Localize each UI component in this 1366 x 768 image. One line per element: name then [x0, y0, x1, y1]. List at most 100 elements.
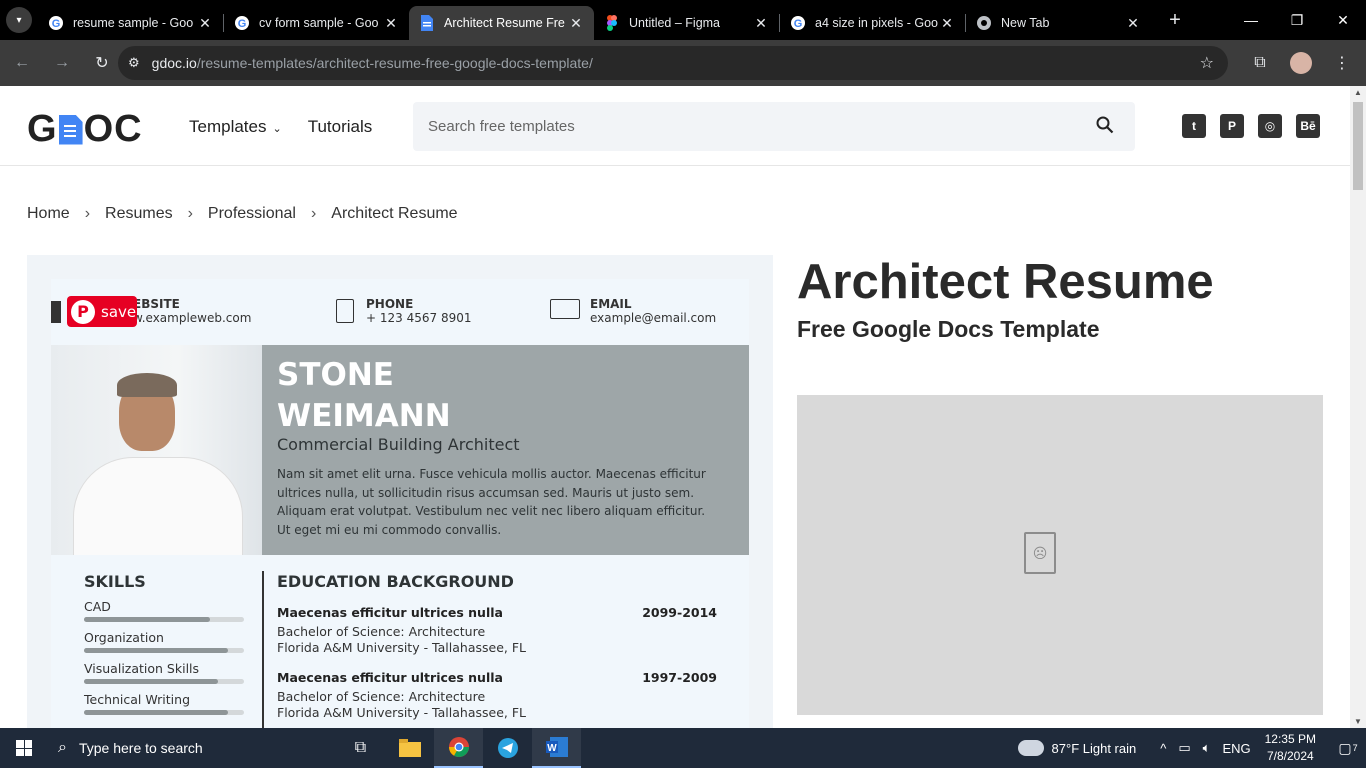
bookmark-star-icon[interactable]: ☆ [1200, 53, 1214, 73]
address-bar[interactable]: ⚙ gdoc.io/resume-templates/architect-res… [118, 46, 1228, 80]
google-icon: G [234, 15, 250, 31]
task-view-icon[interactable]: ⧉ [336, 728, 385, 768]
forward-icon[interactable]: → [44, 45, 80, 81]
dribbble-icon[interactable]: ◎ [1258, 114, 1282, 138]
breadcrumb-resumes[interactable]: Resumes [105, 205, 173, 223]
chevron-up-icon[interactable]: ^ [1160, 741, 1166, 756]
resume-summary: Nam sit amet elit urna. Fusce vehicula m… [277, 467, 706, 537]
notification-center-button[interactable]: ▢ 7 [1330, 728, 1366, 768]
volume-icon[interactable]: 🔈︎ [1203, 740, 1211, 756]
battery-icon[interactable]: ▭ [1178, 740, 1190, 756]
google-icon: G [48, 15, 64, 31]
telegram-icon[interactable] [483, 728, 532, 768]
back-icon[interactable]: ← [4, 45, 40, 81]
clock[interactable]: 12:35 PM 7/8/2024 [1265, 731, 1316, 765]
windows-icon [16, 740, 32, 756]
search-icon: ⌕ [58, 739, 67, 756]
word-icon[interactable]: W [532, 728, 581, 768]
scroll-down-icon[interactable]: ▼ [1354, 717, 1362, 726]
browser-tab-active[interactable]: Architect Resume Fre ✕ [409, 6, 594, 40]
minimize-icon[interactable]: — [1228, 0, 1274, 40]
page-scrollbar[interactable]: ▲ ▼ [1350, 86, 1366, 728]
contact-row: EBSITE w.exampleweb.com PHONE + 123 4567… [51, 297, 749, 327]
svg-text:G: G [238, 18, 247, 30]
weather-widget[interactable]: 87°F Light rain [1017, 740, 1136, 756]
breadcrumb-separator-icon: › [310, 205, 317, 222]
browser-tab[interactable]: New Tab ✕ [966, 6, 1151, 40]
restore-icon[interactable]: ❐ [1274, 0, 1320, 40]
browser-tab[interactable]: G cv form sample - Goo ✕ [224, 6, 409, 40]
contact-label: PHONE [366, 297, 414, 311]
skill-name: Visualization Skills [84, 661, 200, 676]
notification-count: 7 [1352, 743, 1358, 753]
file-explorer-icon[interactable] [385, 728, 434, 768]
resume-preview[interactable]: EBSITE w.exampleweb.com PHONE + 123 4567… [51, 279, 749, 728]
tab-title: Architect Resume Fre [444, 16, 565, 30]
nav-item-templates[interactable]: Templates ⌄ [189, 117, 282, 137]
svg-text:G: G [52, 18, 61, 30]
close-icon[interactable]: ✕ [753, 15, 769, 31]
skill-name: Technical Writing [84, 692, 191, 707]
menu-icon[interactable]: ⋮ [1326, 46, 1358, 80]
pinterest-save-button[interactable]: P save [67, 296, 137, 327]
education-heading: EDUCATION BACKGROUND [277, 572, 514, 591]
template-preview: EBSITE w.exampleweb.com PHONE + 123 4567… [27, 255, 773, 728]
close-icon[interactable]: ✕ [197, 15, 213, 31]
browser-tab[interactable]: G a4 size in pixels - Goo ✕ [780, 6, 965, 40]
contact-email: EMAIL example@email.com [550, 297, 716, 325]
google-icon: G [790, 15, 806, 31]
behance-icon[interactable]: Bē [1296, 114, 1320, 138]
close-icon[interactable]: ✕ [1125, 15, 1141, 31]
profile-avatar[interactable] [1290, 52, 1312, 74]
search-input[interactable] [413, 102, 1135, 151]
close-icon[interactable]: ✕ [568, 15, 584, 31]
scrollbar-thumb[interactable] [1353, 102, 1363, 190]
education-entry: Maecenas efficitur ultrices nulla 2099-2… [277, 605, 717, 656]
web-page: G OC Templates ⌄ Tutorials t P ◎ Bē Home … [0, 86, 1350, 728]
skill-bar-fill [84, 648, 228, 653]
browser-tab[interactable]: Untitled – Figma ✕ [594, 6, 779, 40]
language-indicator[interactable]: ENG [1222, 741, 1250, 756]
chrome-icon[interactable] [434, 728, 483, 768]
tab-title: a4 size in pixels - Goo [815, 16, 938, 30]
browser-tab[interactable]: G resume sample - Goo ✕ [38, 6, 223, 40]
url-text: gdoc.io/resume-templates/architect-resum… [152, 55, 593, 71]
logo-letter: G [27, 108, 58, 150]
new-tab-button[interactable]: + [1157, 0, 1193, 40]
svg-text:G: G [794, 18, 803, 30]
nav-item-tutorials[interactable]: Tutorials [308, 117, 373, 137]
education-details: Bachelor of Science: Architecture Florid… [277, 624, 717, 656]
pinterest-icon[interactable]: P [1220, 114, 1244, 138]
tab-title: resume sample - Goo [73, 16, 194, 30]
site-logo[interactable]: G OC [27, 108, 143, 151]
main-nav: Templates ⌄ Tutorials [189, 117, 372, 137]
taskbar-search[interactable]: ⌕ Type here to search [48, 728, 336, 768]
phone-icon [336, 299, 354, 323]
search-icon[interactable] [1096, 116, 1114, 139]
breadcrumb-current: Architect Resume [331, 205, 458, 222]
browser-toolbar: ← → ↻ ⚙ gdoc.io/resume-templates/archite… [0, 40, 1366, 86]
notification-icon: ▢ [1338, 739, 1352, 756]
close-icon[interactable]: ✕ [383, 15, 399, 31]
photo-body [73, 457, 243, 555]
photo-hair [117, 373, 177, 397]
reload-icon[interactable]: ↻ [84, 45, 120, 81]
skill-item: Organization [84, 630, 246, 653]
tab-search-button[interactable]: ▾ [0, 0, 38, 40]
extensions-icon[interactable]: ⧉ [1244, 46, 1276, 80]
windows-start-button[interactable] [0, 728, 48, 768]
close-icon[interactable]: ✕ [939, 15, 955, 31]
twitter-icon[interactable]: t [1182, 114, 1206, 138]
taskbar-apps: ⧉ W [336, 728, 581, 768]
site-info-icon[interactable]: ⚙ [128, 55, 140, 71]
resume-job-title: Commercial Building Architect [277, 435, 520, 454]
pinterest-icon: P [71, 299, 95, 324]
education-school: Florida A&M University - Tallahassee, FL [277, 640, 526, 655]
skill-bar [84, 617, 244, 622]
scroll-up-icon[interactable]: ▲ [1354, 88, 1362, 97]
skill-name: CAD [84, 599, 111, 614]
breadcrumb-home[interactable]: Home [27, 205, 70, 223]
breadcrumb-professional[interactable]: Professional [208, 205, 296, 223]
nav-label: Templates [189, 117, 267, 136]
close-window-icon[interactable]: ✕ [1320, 0, 1366, 40]
